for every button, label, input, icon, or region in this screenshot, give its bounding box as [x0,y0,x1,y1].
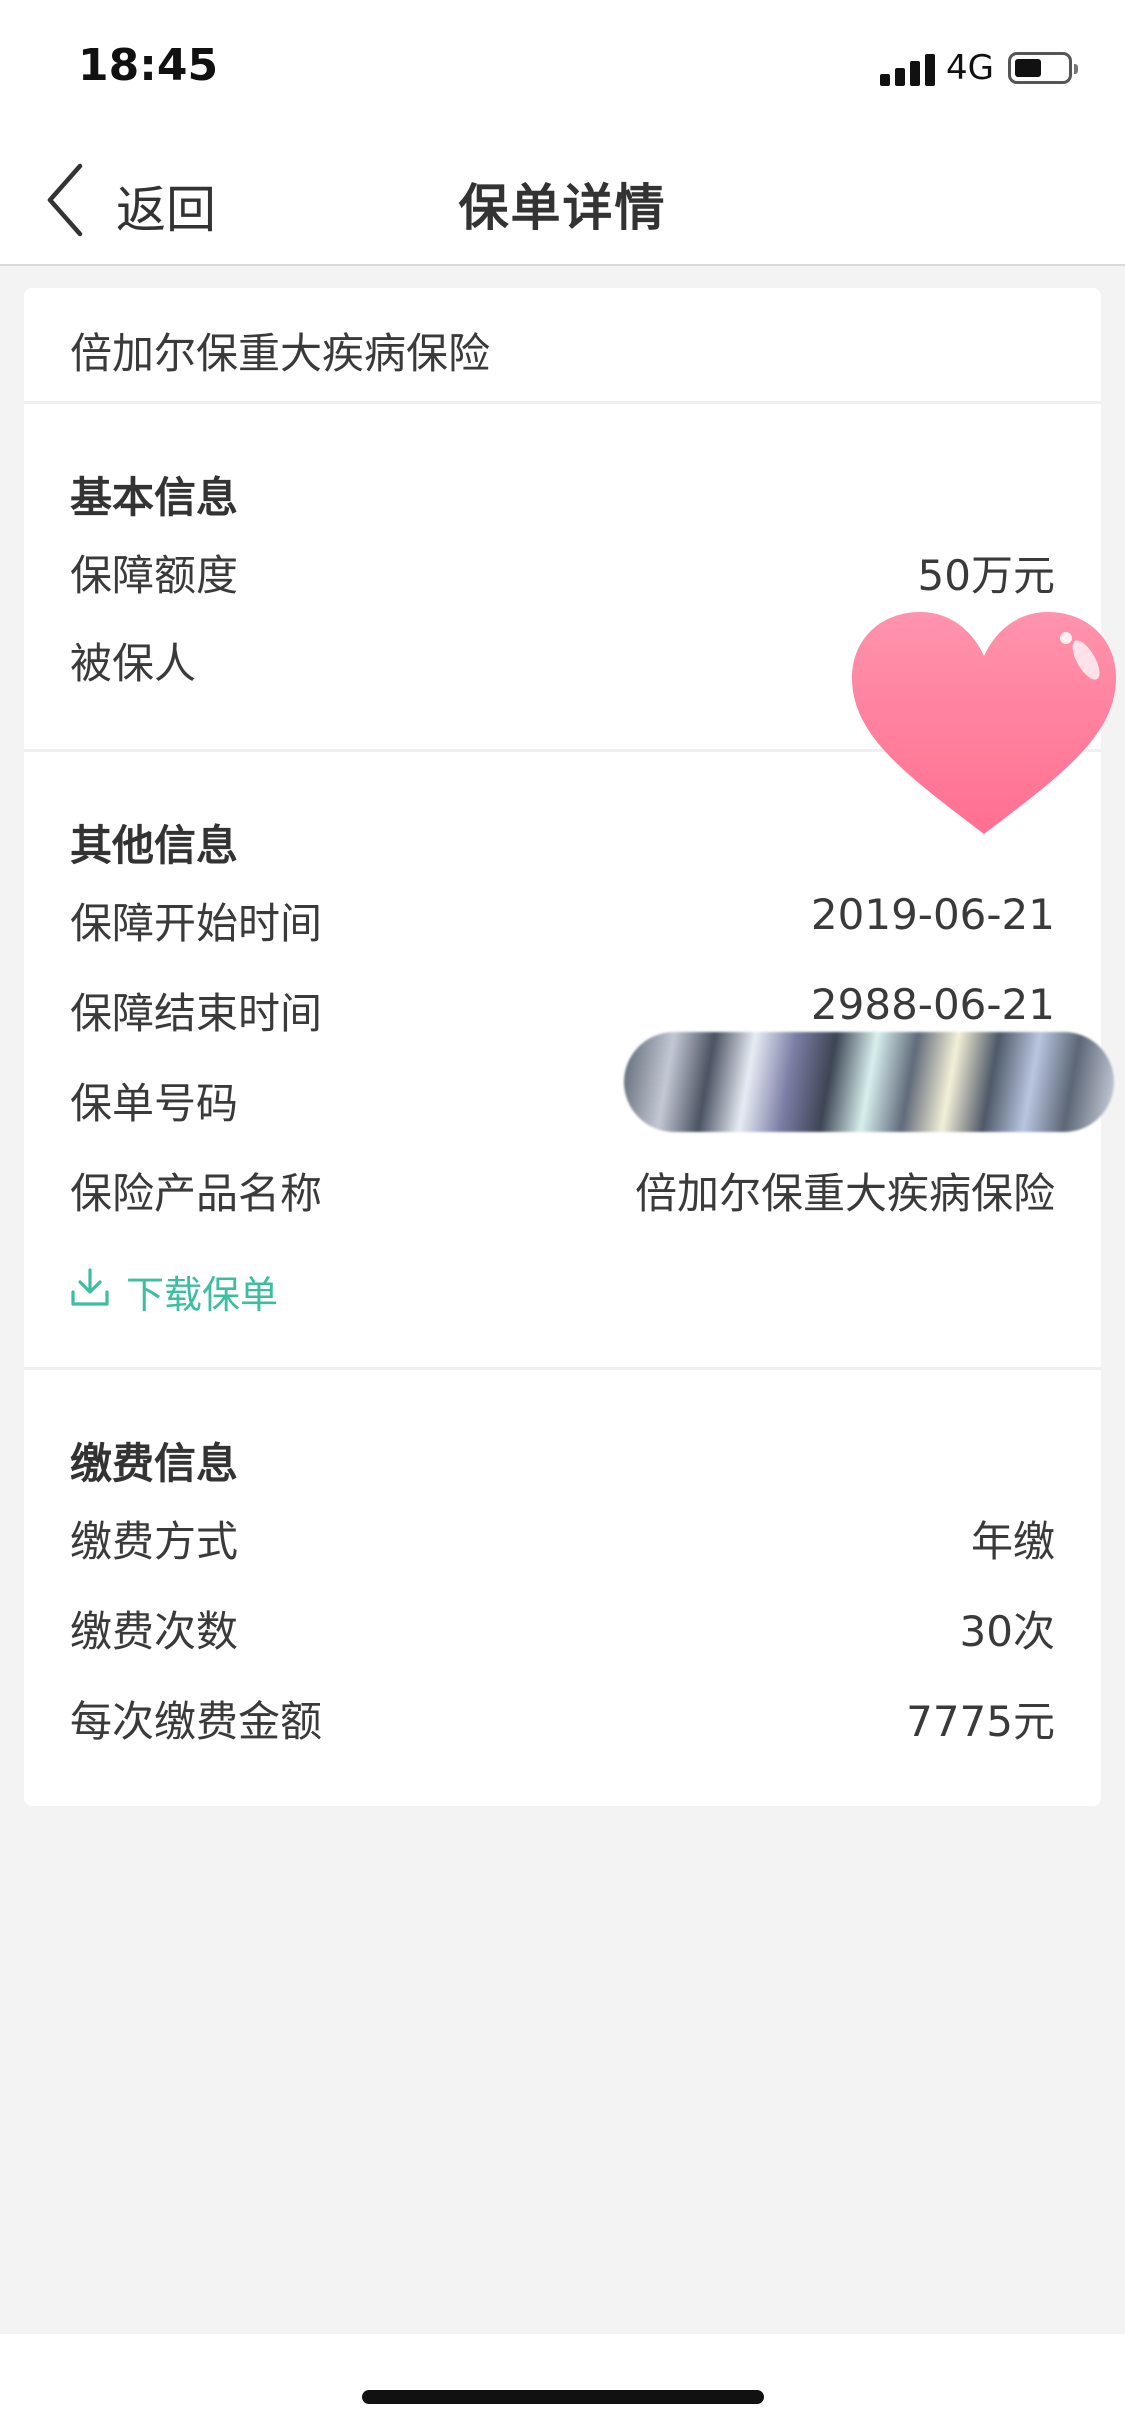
network-type: 4G [946,48,994,88]
coverage-amount-label: 保障额度 [70,551,239,600]
payment-count-label: 缴费次数 [70,1607,239,1656]
payment-method-value: 年缴 [970,1517,1055,1566]
payment-amount-label: 每次缴费金额 [70,1697,323,1746]
product-name-value: 倍加尔保重大疾病保险 [634,1169,1055,1218]
home-indicator-area [0,2334,1125,2436]
end-date-value: 2988-06-21 [810,980,1055,1029]
end-date-label: 保障结束时间 [70,989,323,1038]
payment-count-value: 30次 [959,1607,1055,1656]
navigation-bar: 返回 保单详情 [0,132,1125,266]
heart-sticker [852,612,1116,834]
download-policy-label: 下载保单 [126,1273,279,1317]
payment-method-label: 缴费方式 [70,1517,239,1566]
payment-info-title: 缴费信息 [70,1439,239,1488]
start-date-value: 2019-06-21 [810,890,1055,939]
signal-icon [880,52,936,86]
other-info-title: 其他信息 [70,821,239,870]
status-bar: 18:45 4G [0,0,1125,132]
product-name-label: 保险产品名称 [70,1169,323,1218]
divider [24,1367,1101,1370]
download-icon [71,1268,109,1306]
status-time: 18:45 [78,40,219,91]
download-policy-button[interactable]: 下载保单 [70,1260,300,1317]
insured-label: 被保人 [70,639,197,688]
battery-icon [1008,52,1078,84]
divider [24,401,1101,404]
policy-name: 倍加尔保重大疾病保险 [70,329,491,378]
basic-info-title: 基本信息 [70,473,239,522]
coverage-amount-value: 50万元 [917,551,1055,600]
page-title: 保单详情 [458,179,667,237]
policy-number-label: 保单号码 [70,1079,239,1128]
start-date-label: 保障开始时间 [70,899,323,948]
home-indicator[interactable] [362,2390,764,2404]
glitter-sticker [624,1032,1114,1132]
payment-amount-value: 7775元 [906,1697,1055,1746]
